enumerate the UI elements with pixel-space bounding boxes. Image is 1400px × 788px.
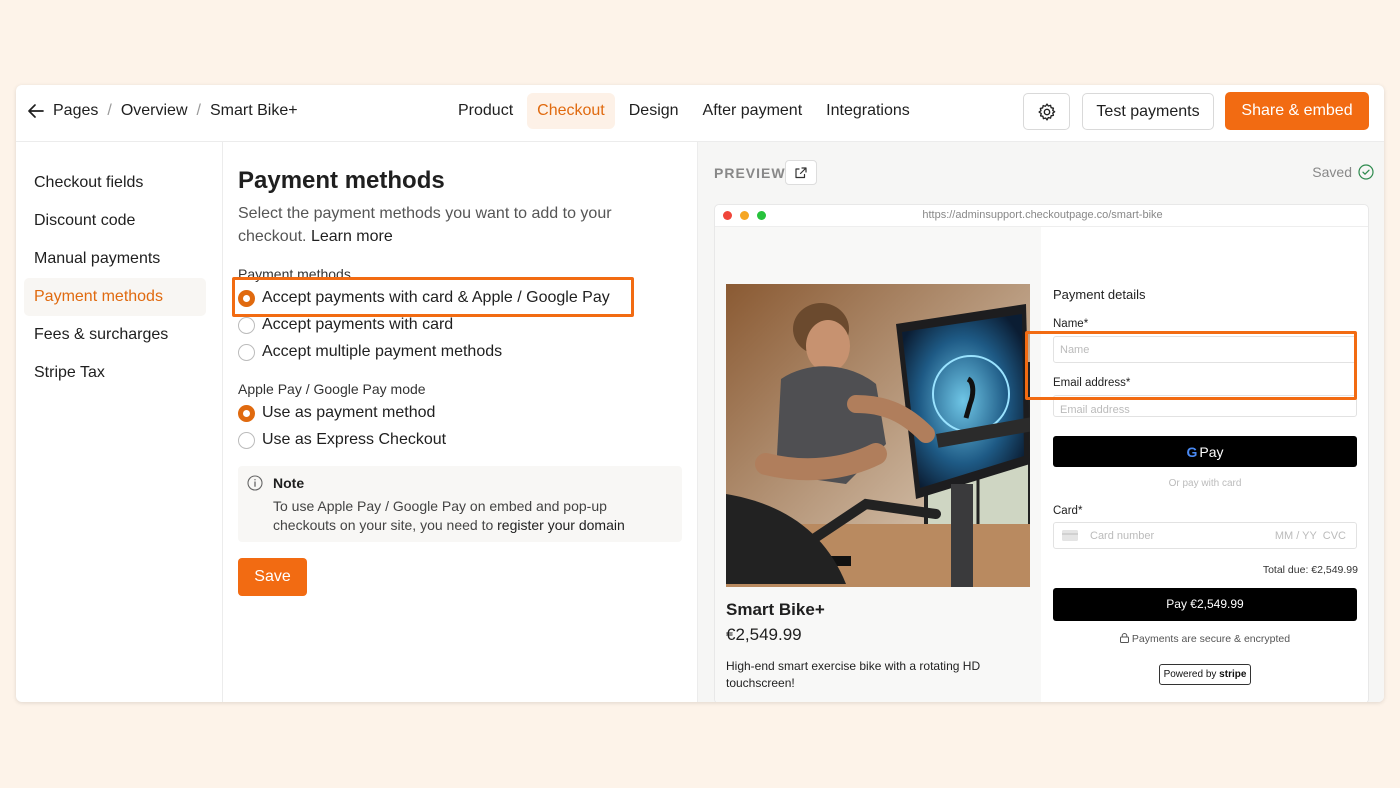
preview-label: PREVIEW [714, 165, 786, 181]
open-external-button[interactable] [785, 160, 817, 185]
description-text: Select the payment methods you want to a… [238, 205, 612, 245]
browser-url: https://adminsupport.checkoutpage.co/sma… [922, 209, 1163, 221]
name-label: Name* [1053, 318, 1089, 330]
radio-selected-icon [238, 404, 255, 422]
saved-status: Saved [1312, 164, 1374, 180]
breadcrumb-pages[interactable]: Pages [53, 102, 98, 120]
register-domain-link[interactable]: register your domain [497, 517, 625, 533]
radio-use-as-express-checkout[interactable]: Use as Express Checkout [238, 431, 446, 449]
note-body: To use Apple Pay / Google Pay on embed a… [273, 497, 673, 535]
info-icon [247, 475, 263, 491]
note-title: Note [273, 475, 305, 491]
product-description: High-end smart exercise bike with a rota… [726, 659, 981, 690]
share-embed-button[interactable]: Share & embed [1225, 92, 1369, 130]
settings-panel: Payment methods Select the payment metho… [232, 142, 698, 702]
tab-design[interactable]: Design [619, 93, 689, 129]
breadcrumb: Pages / Overview / Smart Bike+ [26, 85, 298, 137]
product-price: €2,549.99 [726, 625, 802, 644]
radio-unselected-icon [238, 343, 255, 361]
top-bar: Pages / Overview / Smart Bike+ Product C… [16, 85, 1384, 142]
radio-label: Accept payments with card [262, 316, 454, 333]
sidebar: Checkout fields Discount code Manual pay… [16, 142, 223, 702]
sidebar-item-payment-methods[interactable]: Payment methods [24, 278, 206, 316]
total-due: Total due: €2,549.99 [1262, 564, 1358, 576]
sidebar-item-discount-code[interactable]: Discount code [24, 202, 206, 240]
save-button[interactable]: Save [238, 558, 307, 596]
tab-integrations[interactable]: Integrations [816, 93, 920, 129]
saved-label: Saved [1312, 164, 1352, 180]
tab-bar: Product Checkout Design After payment In… [448, 93, 924, 129]
back-arrow-icon[interactable] [26, 101, 46, 121]
learn-more-link[interactable]: Learn more [311, 228, 393, 245]
google-pay-button[interactable]: G Pay [1053, 436, 1357, 467]
gear-icon [1037, 102, 1055, 121]
payment-details-title: Payment details [1053, 287, 1146, 302]
lock-icon [1119, 633, 1129, 643]
radio-multiple-methods[interactable]: Accept multiple payment methods [238, 343, 502, 361]
checkout-form: Payment details Name* Name Email address… [1041, 227, 1368, 702]
sidebar-item-stripe-tax[interactable]: Stripe Tax [24, 354, 206, 392]
card-number-placeholder: Card number [1090, 529, 1155, 542]
sidebar-item-manual-payments[interactable]: Manual payments [24, 240, 206, 278]
tab-checkout[interactable]: Checkout [527, 93, 615, 129]
google-pay-label: Pay [1199, 443, 1224, 460]
or-pay-with-card: Or pay with card [1168, 478, 1242, 489]
radio-label: Use as payment method [262, 404, 436, 421]
card-label: Card* [1053, 505, 1083, 517]
page-title: Payment methods [238, 167, 445, 194]
product-image [726, 284, 1030, 587]
google-pay-highlight-box [1025, 331, 1357, 400]
product-name: Smart Bike+ [726, 600, 825, 619]
radio-label: Use as Express Checkout [262, 431, 447, 448]
check-circle-icon [1358, 164, 1374, 180]
google-g-icon: G [1186, 443, 1198, 460]
external-link-icon [795, 166, 807, 178]
radio-use-as-payment-method[interactable]: Use as payment method [238, 404, 435, 422]
sidebar-item-checkout-fields[interactable]: Checkout fields [24, 164, 206, 202]
card-expiry-cvc-placeholder: MM / YY CVC [1274, 529, 1346, 542]
preview-pane: PREVIEW Saved https://adminsupport.check… [697, 142, 1384, 702]
radio-label: Accept multiple payment methods [262, 343, 503, 360]
tab-after-payment[interactable]: After payment [693, 93, 813, 129]
browser-mock: https://adminsupport.checkoutpage.co/sma… [714, 204, 1369, 702]
browser-bar: https://adminsupport.checkoutpage.co/sma… [715, 205, 1368, 227]
page-description: Select the payment methods you want to a… [238, 202, 658, 248]
tab-product[interactable]: Product [448, 93, 523, 129]
breadcrumb-current: Smart Bike+ [209, 102, 298, 119]
card-field[interactable]: Card number MM / YY CVC [1053, 522, 1357, 549]
pay-button[interactable]: Pay €2,549.99 [1053, 588, 1357, 621]
product-panel: Smart Bike+ €2,549.99 High-end smart exe… [715, 227, 1041, 702]
radio-unselected-icon [238, 316, 255, 334]
breadcrumb-separator: / [107, 102, 112, 119]
breadcrumb-overview[interactable]: Overview [121, 102, 188, 120]
highlight-box [232, 277, 634, 317]
secure-note: Payments are secure & encrypted [1053, 633, 1357, 645]
card-icon [1062, 530, 1078, 541]
note-box: Note To use Apple Pay / Google Pay on em… [238, 466, 682, 542]
wallet-mode-label: Apple Pay / Google Pay mode [238, 381, 426, 397]
breadcrumb-separator: / [196, 102, 201, 119]
test-payments-button[interactable]: Test payments [1082, 93, 1214, 130]
settings-button[interactable] [1023, 93, 1070, 130]
powered-by-stripe-badge[interactable]: Powered by stripe [1159, 664, 1251, 685]
radio-unselected-icon [238, 431, 255, 449]
sidebar-item-fees-surcharges[interactable]: Fees & surcharges [24, 316, 206, 354]
radio-card-only[interactable]: Accept payments with card [238, 316, 453, 334]
